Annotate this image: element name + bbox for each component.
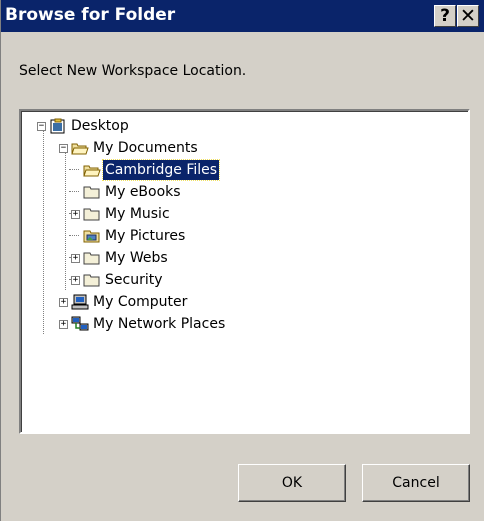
help-button[interactable]: ? xyxy=(434,5,456,27)
open-folder-icon xyxy=(83,165,101,177)
window-title: Browse for Folder xyxy=(5,5,176,25)
expand-toggle[interactable]: + xyxy=(59,320,68,329)
tree-label: My Pictures xyxy=(105,228,186,244)
desktop-icon xyxy=(50,118,65,134)
folder-tree[interactable]: − Desktop − My Documents Cambridge Files… xyxy=(19,109,470,434)
collapse-toggle[interactable]: − xyxy=(59,144,68,153)
computer-icon xyxy=(71,294,89,310)
folder-icon xyxy=(83,186,100,199)
expand-toggle[interactable]: + xyxy=(71,254,80,263)
tree-label: My Music xyxy=(105,206,170,222)
tree-node-cambridge-files[interactable]: Cambridge Files xyxy=(21,159,461,181)
tree-node-my-network-places[interactable]: + My Network Places xyxy=(21,313,461,335)
tree-node-my-computer[interactable]: + My Computer xyxy=(21,291,461,313)
tree-node-security[interactable]: + Security xyxy=(21,269,461,291)
network-icon xyxy=(71,316,89,331)
tree-label: My Webs xyxy=(105,250,168,266)
tree-label: My Network Places xyxy=(93,316,226,332)
tree-label: My Documents xyxy=(93,140,198,156)
folder-icon xyxy=(83,252,100,265)
expand-toggle[interactable]: + xyxy=(59,298,68,307)
folder-icon xyxy=(83,208,100,221)
expand-toggle[interactable]: + xyxy=(71,276,80,285)
open-folder-icon xyxy=(71,143,89,155)
tree-label: Desktop xyxy=(71,118,129,134)
prompt-text: Select New Workspace Location. xyxy=(19,63,247,79)
tree-label: My eBooks xyxy=(105,184,181,200)
tree-label: Security xyxy=(105,272,163,288)
tree-node-my-pictures[interactable]: My Pictures xyxy=(21,225,461,247)
collapse-toggle[interactable]: − xyxy=(37,122,46,131)
folder-icon xyxy=(83,274,100,287)
tree-node-my-ebooks[interactable]: My eBooks xyxy=(21,181,461,203)
pictures-folder-icon xyxy=(83,230,100,243)
tree-node-my-documents[interactable]: − My Documents xyxy=(21,137,461,159)
expand-toggle[interactable]: + xyxy=(71,210,80,219)
cancel-button[interactable]: Cancel xyxy=(362,464,470,502)
tree-label: My Computer xyxy=(93,294,188,310)
tree-node-desktop[interactable]: − Desktop xyxy=(21,115,461,137)
close-button[interactable]: ✕ xyxy=(457,5,479,27)
tree-label-selected: Cambridge Files xyxy=(101,159,221,181)
browse-for-folder-dialog: Browse for Folder ? ✕ Select New Workspa… xyxy=(0,0,484,521)
ok-button[interactable]: OK xyxy=(238,464,346,502)
title-bar[interactable]: Browse for Folder ? ✕ xyxy=(1,0,484,32)
tree-node-my-music[interactable]: + My Music xyxy=(21,203,461,225)
tree-node-my-webs[interactable]: + My Webs xyxy=(21,247,461,269)
